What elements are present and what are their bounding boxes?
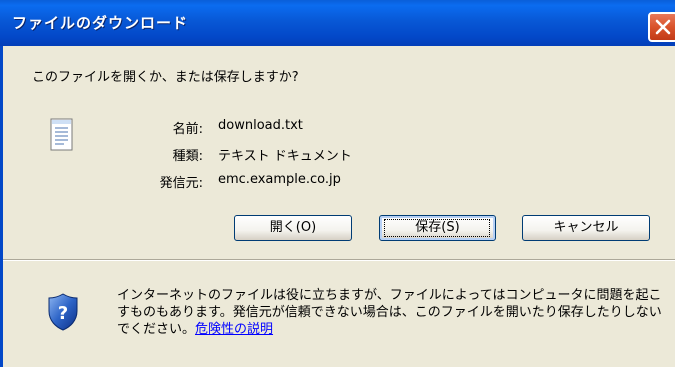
svg-text:?: ? [58, 303, 68, 324]
source-label: 発信元: [159, 176, 203, 191]
security-warning: インターネットのファイルは役に立ちますが、ファイルによってはコンピュータに問題を… [117, 287, 669, 338]
type-value: テキスト ドキュメント [218, 149, 352, 164]
open-button[interactable]: 開く(O) [234, 215, 352, 241]
close-icon [655, 19, 671, 35]
dialog-separator [3, 259, 675, 261]
window-frame-left [0, 46, 3, 367]
name-value: download.txt [218, 118, 303, 133]
close-button[interactable] [648, 12, 675, 42]
dialog-prompt: このファイルを開くか、または保存しますか? [32, 70, 299, 85]
name-label: 名前: [172, 122, 203, 137]
risk-explanation-link[interactable]: 危険性の説明 [195, 322, 273, 337]
type-label: 種類: [172, 149, 203, 164]
window-title: ファイルのダウンロード [12, 14, 189, 32]
download-dialog: ファイルのダウンロード このファイルを開くか、または保存しますか? 名前: do… [0, 0, 675, 367]
title-bar[interactable]: ファイルのダウンロード [0, 0, 675, 46]
source-value: emc.example.co.jp [218, 172, 341, 187]
text-document-icon [50, 118, 73, 151]
save-button[interactable]: 保存(S) [379, 215, 496, 241]
shield-question-icon: ? [48, 293, 78, 331]
cancel-button[interactable]: キャンセル [522, 215, 650, 241]
